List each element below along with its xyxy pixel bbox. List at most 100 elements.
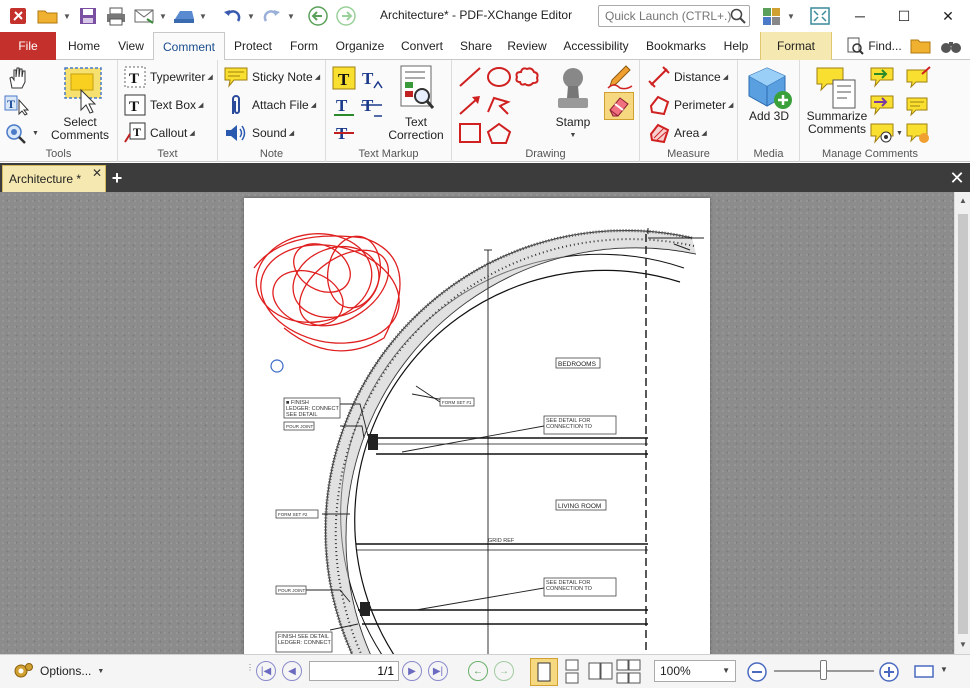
stamp-button[interactable]: Stamp ▼ <box>546 64 600 142</box>
save-icon[interactable] <box>76 4 100 28</box>
highlight-text-button[interactable]: T <box>332 66 356 90</box>
export-comments-button[interactable] <box>870 94 894 116</box>
quick-launch-input[interactable] <box>598 5 750 27</box>
comment-styles-button[interactable] <box>906 66 932 88</box>
sticky-note-button[interactable]: Sticky Note ◢ <box>224 66 320 88</box>
select-text-button[interactable]: T <box>4 94 30 116</box>
replace-text-button[interactable]: T <box>360 94 384 118</box>
tab-bookmarks[interactable]: Bookmarks <box>640 32 712 60</box>
search-icon[interactable] <box>730 8 746 27</box>
vertical-scroll-thumb[interactable] <box>958 214 968 634</box>
tab-help[interactable]: Help <box>716 32 756 60</box>
forward-view-icon[interactable] <box>334 4 358 28</box>
vertical-scrollbar[interactable]: ▲ ▼ <box>954 192 970 654</box>
facing-continuous-view-button[interactable] <box>616 659 642 685</box>
view-dropdown-icon[interactable]: ▼ <box>940 665 948 674</box>
typewriter-button[interactable]: T Typewriter ◢ <box>124 66 213 88</box>
next-view-button[interactable]: → <box>494 661 514 681</box>
cloud-tool-button[interactable] <box>514 66 540 88</box>
scroll-up-icon[interactable]: ▲ <box>959 196 967 205</box>
email-icon[interactable] <box>132 4 156 28</box>
zoom-tool-button[interactable]: ▼ <box>4 122 39 144</box>
area-button[interactable]: Area ◢ <box>648 122 707 144</box>
tab-share[interactable]: Share <box>454 32 498 60</box>
open-folder-icon[interactable] <box>36 4 60 28</box>
close-window-button[interactable]: ✕ <box>926 0 970 32</box>
back-view-icon[interactable] <box>306 4 330 28</box>
continuous-view-button[interactable] <box>562 659 582 685</box>
tab-convert[interactable]: Convert <box>394 32 450 60</box>
last-page-button[interactable]: ▶| <box>428 661 448 681</box>
underline-text-button[interactable]: T <box>332 94 356 118</box>
previous-page-button[interactable]: ◀ <box>282 661 302 681</box>
tab-organize[interactable]: Organize <box>330 32 390 60</box>
select-comments-button[interactable]: Select Comments <box>48 64 112 142</box>
attach-file-button[interactable]: Attach File ◢ <box>224 94 316 116</box>
tab-protect[interactable]: Protect <box>228 32 278 60</box>
ui-options-icon[interactable] <box>760 4 784 28</box>
document-canvas[interactable]: ■ FINISH LEDGER: CONNECT SEE DETAIL SEE … <box>0 192 954 654</box>
tab-format[interactable]: Format <box>760 32 832 60</box>
tab-view[interactable]: View <box>112 32 150 60</box>
zoom-out-button[interactable] <box>746 661 768 683</box>
pencil-tool-button[interactable] <box>606 64 634 90</box>
folder-search-icon[interactable] <box>908 32 934 60</box>
scan-icon[interactable] <box>172 4 196 28</box>
close-document-button[interactable]: ✕ <box>946 167 968 189</box>
tab-home[interactable]: Home <box>60 32 108 60</box>
pdf-page[interactable]: ■ FINISH LEDGER: CONNECT SEE DETAIL SEE … <box>244 198 710 654</box>
print-icon[interactable] <box>104 4 128 28</box>
scroll-down-icon[interactable]: ▼ <box>959 640 967 649</box>
polygon-tool-button[interactable] <box>486 122 512 144</box>
options-button[interactable]: Options... ▼ <box>12 661 104 681</box>
hand-tool-button[interactable] <box>6 66 28 90</box>
fullscreen-icon[interactable] <box>808 4 832 28</box>
tab-file[interactable]: File <box>0 32 56 60</box>
eraser-tool-button[interactable] <box>604 92 634 120</box>
text-box-button[interactable]: T Text Box ◢ <box>124 94 203 116</box>
comments-list-button[interactable] <box>906 94 932 116</box>
open-dropdown-icon[interactable]: ▼ <box>62 4 72 28</box>
scan-dropdown-icon[interactable]: ▼ <box>198 4 208 28</box>
close-tab-icon[interactable]: ✕ <box>92 166 102 180</box>
rectangle-tool-button[interactable] <box>458 122 482 144</box>
first-page-button[interactable]: |◀ <box>256 661 276 681</box>
add-3d-button[interactable]: Add 3D <box>742 64 796 123</box>
facing-view-button[interactable] <box>588 661 614 681</box>
zoom-slider-thumb[interactable] <box>820 660 827 680</box>
summarize-comments-button[interactable]: Summarize Comments <box>802 64 872 136</box>
tab-accessibility[interactable]: Accessibility <box>556 32 636 60</box>
binoculars-icon[interactable] <box>936 32 966 60</box>
text-correction-button[interactable]: Text Correction <box>388 64 444 142</box>
line-tool-button[interactable] <box>458 66 482 88</box>
undo-dropdown-icon[interactable]: ▼ <box>246 4 256 28</box>
page-number-input[interactable] <box>309 661 399 681</box>
flatten-comments-button[interactable] <box>906 122 932 144</box>
email-dropdown-icon[interactable]: ▼ <box>158 4 168 28</box>
tab-review[interactable]: Review <box>502 32 552 60</box>
fit-width-button[interactable] <box>914 663 934 679</box>
next-page-button[interactable]: ▶ <box>402 661 422 681</box>
maximize-button[interactable]: ☐ <box>882 0 926 32</box>
show-comments-button[interactable]: ▼ <box>870 122 903 144</box>
polyline-tool-button[interactable] <box>486 94 512 116</box>
previous-view-button[interactable]: ← <box>468 661 488 681</box>
find-button[interactable]: Find... <box>842 32 906 60</box>
arrow-tool-button[interactable] <box>458 94 482 116</box>
distance-button[interactable]: Distance ◢ <box>648 66 728 88</box>
tab-form[interactable]: Form <box>282 32 326 60</box>
minimize-button[interactable]: ─ <box>838 0 882 32</box>
new-tab-button[interactable]: + <box>107 167 127 189</box>
import-comments-button[interactable] <box>870 66 894 88</box>
perimeter-button[interactable]: Perimeter ◢ <box>648 94 733 116</box>
zoom-select[interactable]: 100% ▼ <box>654 660 736 682</box>
document-tab-architecture[interactable]: Architecture * <box>2 165 106 192</box>
ui-options-dropdown-icon[interactable]: ▼ <box>786 4 796 28</box>
insert-text-button[interactable]: T <box>360 66 384 90</box>
redo-icon[interactable] <box>260 4 284 28</box>
sound-button[interactable]: Sound ◢ <box>224 122 294 144</box>
undo-icon[interactable] <box>220 4 244 28</box>
zoom-in-button[interactable] <box>878 661 900 683</box>
callout-button[interactable]: T Callout ◢ <box>124 122 195 144</box>
app-logo-icon[interactable] <box>6 4 30 28</box>
